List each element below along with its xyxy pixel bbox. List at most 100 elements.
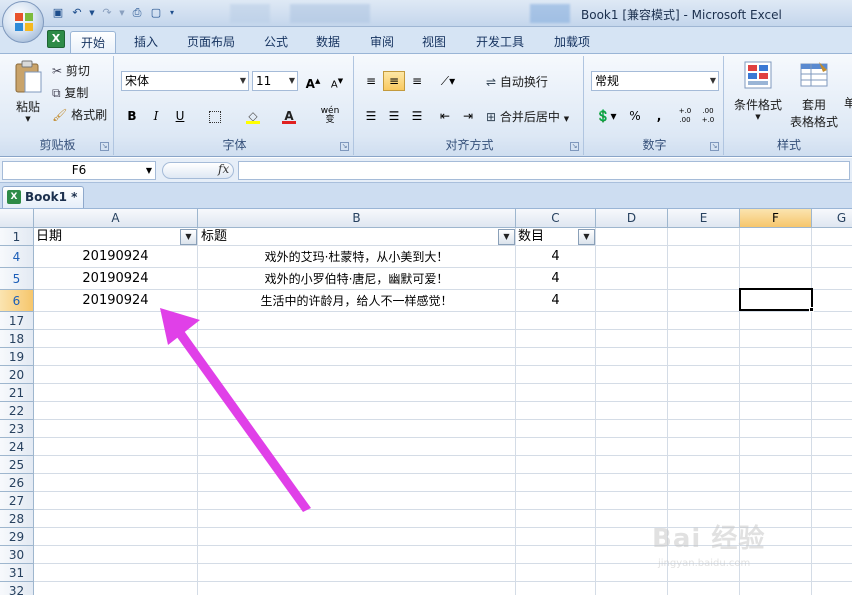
- cell-c29[interactable]: [516, 528, 596, 546]
- percent-button[interactable]: %: [624, 106, 646, 126]
- font-name-select[interactable]: 宋体 ▼: [121, 71, 249, 91]
- cell-e19[interactable]: [668, 348, 740, 366]
- cell-f20[interactable]: [740, 366, 812, 384]
- cell-a18[interactable]: [34, 330, 198, 348]
- cell-g31[interactable]: [812, 564, 852, 582]
- column-header-b[interactable]: B: [198, 209, 516, 228]
- redo-dropdown-icon[interactable]: ▼: [118, 5, 126, 21]
- cell-d18[interactable]: [596, 330, 668, 348]
- align-right-button[interactable]: ☰: [406, 106, 428, 126]
- undo-dropdown-icon[interactable]: ▼: [88, 5, 96, 21]
- filter-dropdown-icon[interactable]: ▼: [498, 229, 515, 245]
- cell-d25[interactable]: [596, 456, 668, 474]
- merge-center-button[interactable]: ⊞ 合并后居中 ▼: [486, 108, 569, 125]
- phonetic-button[interactable]: wén 变: [316, 106, 344, 126]
- format-painter-button[interactable]: 🖌 格式刷: [52, 106, 107, 123]
- cell-a19[interactable]: [34, 348, 198, 366]
- row-header-28[interactable]: 28: [0, 510, 34, 528]
- cell-g20[interactable]: [812, 366, 852, 384]
- cell-g28[interactable]: [812, 510, 852, 528]
- cell-f25[interactable]: [740, 456, 812, 474]
- cell-a31[interactable]: [34, 564, 198, 582]
- cell-c5[interactable]: 4: [516, 268, 596, 290]
- cell-e18[interactable]: [668, 330, 740, 348]
- cell-a28[interactable]: [34, 510, 198, 528]
- number-format-select[interactable]: 常规 ▼: [591, 71, 719, 91]
- cell-e6[interactable]: [668, 290, 740, 312]
- wrap-text-button[interactable]: ⇌ 自动换行: [486, 73, 548, 90]
- orientation-button[interactable]: ⟋▾: [434, 71, 462, 91]
- cell-a25[interactable]: [34, 456, 198, 474]
- bold-button[interactable]: B: [121, 106, 143, 126]
- row-header-20[interactable]: 20: [0, 366, 34, 384]
- workbook-tab[interactable]: X Book1 *: [2, 186, 84, 208]
- cell-d26[interactable]: [596, 474, 668, 492]
- cell-a1[interactable]: 日期: [34, 228, 198, 246]
- row-header-32[interactable]: 32: [0, 582, 34, 595]
- paste-button[interactable]: 粘贴 ▼: [10, 60, 46, 132]
- cell-b21[interactable]: [198, 384, 516, 402]
- bottom-align-button[interactable]: ≡: [406, 71, 428, 91]
- cell-c32[interactable]: [516, 582, 596, 595]
- cell-g30[interactable]: [812, 546, 852, 564]
- column-header-d[interactable]: D: [596, 209, 668, 228]
- cell-b24[interactable]: [198, 438, 516, 456]
- cell-b26[interactable]: [198, 474, 516, 492]
- number-launcher-icon[interactable]: ↘: [710, 142, 719, 151]
- decrease-decimal-button[interactable]: .00 +.0: [697, 106, 719, 126]
- cell-b4[interactable]: 戏外的艾玛·杜蒙特，从小美到大！: [198, 246, 516, 268]
- cell-c23[interactable]: [516, 420, 596, 438]
- row-header-17[interactable]: 17: [0, 312, 34, 330]
- cell-b28[interactable]: [198, 510, 516, 528]
- tab-addins[interactable]: 加载项: [544, 31, 600, 53]
- cell-g6[interactable]: [812, 290, 852, 312]
- cell-g18[interactable]: [812, 330, 852, 348]
- cell-a22[interactable]: [34, 402, 198, 420]
- row-header-31[interactable]: 31: [0, 564, 34, 582]
- active-cell-f6[interactable]: [739, 288, 813, 311]
- cell-f24[interactable]: [740, 438, 812, 456]
- cell-c28[interactable]: [516, 510, 596, 528]
- customize-icon[interactable]: ▾: [167, 5, 177, 21]
- cell-d1[interactable]: [596, 228, 668, 246]
- cell-d27[interactable]: [596, 492, 668, 510]
- cell-b17[interactable]: [198, 312, 516, 330]
- new-document-icon[interactable]: ▢: [148, 5, 164, 21]
- cell-styles-button[interactable]: 单: [844, 94, 852, 111]
- cell-e4[interactable]: [668, 246, 740, 268]
- cell-c20[interactable]: [516, 366, 596, 384]
- underline-button[interactable]: U: [169, 106, 191, 126]
- row-header-29[interactable]: 29: [0, 528, 34, 546]
- cell-a5[interactable]: 20190924: [34, 268, 198, 290]
- cell-d21[interactable]: [596, 384, 668, 402]
- cell-g5[interactable]: [812, 268, 852, 290]
- cell-a6[interactable]: 20190924: [34, 290, 198, 312]
- cell-e20[interactable]: [668, 366, 740, 384]
- cell-f22[interactable]: [740, 402, 812, 420]
- cell-f17[interactable]: [740, 312, 812, 330]
- format-as-table-button[interactable]: 套用 表格格式: [786, 60, 842, 130]
- cell-c22[interactable]: [516, 402, 596, 420]
- cell-a17[interactable]: [34, 312, 198, 330]
- cell-f32[interactable]: [740, 582, 812, 595]
- cell-f23[interactable]: [740, 420, 812, 438]
- row-header-1[interactable]: 1: [0, 228, 34, 246]
- cell-g23[interactable]: [812, 420, 852, 438]
- row-header-25[interactable]: 25: [0, 456, 34, 474]
- font-launcher-icon[interactable]: ↘: [340, 142, 349, 151]
- cell-f1[interactable]: [740, 228, 812, 246]
- border-button[interactable]: [204, 106, 226, 126]
- cell-f19[interactable]: [740, 348, 812, 366]
- cell-e1[interactable]: [668, 228, 740, 246]
- alignment-launcher-icon[interactable]: ↘: [570, 142, 579, 151]
- cell-a26[interactable]: [34, 474, 198, 492]
- name-box[interactable]: F6 ▼: [2, 161, 156, 180]
- tab-review[interactable]: 审阅: [360, 31, 404, 53]
- cell-b25[interactable]: [198, 456, 516, 474]
- cell-c25[interactable]: [516, 456, 596, 474]
- cell-b27[interactable]: [198, 492, 516, 510]
- tab-page-layout[interactable]: 页面布局: [180, 31, 242, 53]
- cell-g32[interactable]: [812, 582, 852, 595]
- conditional-format-button[interactable]: 条件格式 ▼: [730, 60, 786, 121]
- fill-color-button[interactable]: ◇: [242, 106, 264, 126]
